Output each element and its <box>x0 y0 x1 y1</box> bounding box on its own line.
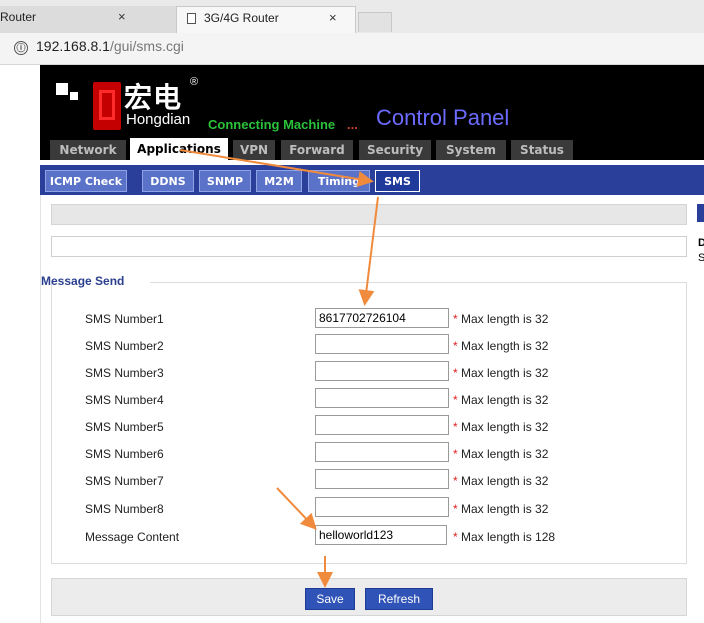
header-bar <box>51 204 687 225</box>
tab-status[interactable]: Status <box>511 140 573 160</box>
url-text[interactable]: 192.168.8.1/gui/sms.cgi <box>36 38 184 54</box>
max-length-hint: * Max length is 32 <box>453 366 548 380</box>
close-icon[interactable]: × <box>329 10 337 25</box>
sms-number3-input[interactable] <box>315 361 449 381</box>
side-panel-text: D <box>698 237 704 249</box>
sms-number7-label: SMS Number7 <box>85 474 164 488</box>
required-mark: * <box>453 312 458 326</box>
required-mark: * <box>453 393 458 407</box>
required-mark: * <box>453 447 458 461</box>
hint-text: Max length is 128 <box>461 530 556 544</box>
message-content-label: Message Content <box>85 530 180 544</box>
url-host: 192.168.8.1 <box>36 38 110 54</box>
sms-number8-input[interactable] <box>315 497 449 517</box>
required-mark: * <box>453 366 458 380</box>
sms-number4-label: SMS Number4 <box>85 393 164 407</box>
max-length-hint: * Max length is 32 <box>453 393 548 407</box>
subtab-ddns[interactable]: DDNS <box>142 170 194 192</box>
subtab-icmp-check[interactable]: ICMP Check <box>45 170 127 192</box>
tab-title: Router <box>0 10 37 24</box>
fieldset-legend: Message Send <box>41 274 125 288</box>
subtab-m2m[interactable]: M2M <box>256 170 302 192</box>
hint-text: Max length is 32 <box>461 393 549 407</box>
sms-number1-label: SMS Number1 <box>85 312 164 326</box>
sms-number6-label: SMS Number6 <box>85 447 164 461</box>
url-path: /gui/sms.cgi <box>109 38 184 54</box>
max-length-hint: * Max length is 32 <box>453 447 548 461</box>
tab-vpn[interactable]: VPN <box>233 140 275 160</box>
required-mark: * <box>453 339 458 353</box>
subtab-sms[interactable]: SMS <box>375 170 420 192</box>
max-length-hint: * Max length is 32 <box>453 420 548 434</box>
logo-mark-icon <box>56 83 68 95</box>
refresh-button[interactable]: Refresh <box>365 588 433 610</box>
page-title: Control Panel <box>376 105 510 130</box>
info-icon[interactable]: ⓘ <box>14 41 28 55</box>
sms-number3-label: SMS Number3 <box>85 366 164 380</box>
max-length-hint: * Max length is 32 <box>453 502 548 516</box>
sms-number4-input[interactable] <box>315 388 449 408</box>
hint-text: Max length is 32 <box>461 339 549 353</box>
sms-number5-input[interactable] <box>315 415 449 435</box>
info-bar <box>51 236 687 257</box>
browser-tab-router[interactable]: Router × <box>0 6 180 33</box>
sub-nav <box>40 165 704 195</box>
side-panel-header <box>697 204 704 222</box>
hint-text: Max length is 32 <box>461 447 549 461</box>
close-icon[interactable]: × <box>118 9 126 24</box>
max-length-hint: * Max length is 32 <box>453 474 548 488</box>
hint-text: Max length is 32 <box>461 420 549 434</box>
tagline: Connecting Machine <box>208 117 336 132</box>
tagline-dots: ... <box>347 117 358 132</box>
max-length-hint: * Max length is 32 <box>453 339 548 353</box>
max-length-hint: * Max length is 32 <box>453 312 548 326</box>
side-panel-text: S <box>698 252 704 264</box>
browser-tab-3g4g-router[interactable]: 3G/4G Router × <box>176 6 356 33</box>
tab-forward[interactable]: Forward <box>281 140 353 160</box>
required-mark: * <box>453 530 458 544</box>
tab-title: 3G/4G Router <box>204 11 279 25</box>
hint-text: Max length is 32 <box>461 502 549 516</box>
tab-network[interactable]: Network <box>50 140 126 160</box>
sms-number1-input[interactable] <box>315 308 449 328</box>
message-content-input[interactable] <box>315 525 447 545</box>
save-button[interactable]: Save <box>305 588 355 610</box>
sms-number2-label: SMS Number2 <box>85 339 164 353</box>
required-mark: * <box>453 502 458 516</box>
tab-system[interactable]: System <box>436 140 506 160</box>
sms-number6-input[interactable] <box>315 442 449 462</box>
required-mark: * <box>453 420 458 434</box>
brand-chinese: 宏电 <box>124 81 183 114</box>
new-tab-button[interactable] <box>358 12 392 32</box>
subtab-timing[interactable]: Timing <box>308 170 370 192</box>
sms-number2-input[interactable] <box>315 334 449 354</box>
document-icon <box>187 13 196 24</box>
required-mark: * <box>453 474 458 488</box>
max-length-hint: * Max length is 128 <box>453 530 555 544</box>
registered-mark: ® <box>190 76 199 88</box>
sms-number5-label: SMS Number5 <box>85 420 164 434</box>
tab-security[interactable]: Security <box>359 140 431 160</box>
subtab-snmp[interactable]: SNMP <box>199 170 251 192</box>
sms-number8-label: SMS Number8 <box>85 502 164 516</box>
hint-text: Max length is 32 <box>461 312 549 326</box>
hongdian-logo-icon <box>93 82 121 130</box>
fieldset-border <box>150 282 687 283</box>
hint-text: Max length is 32 <box>461 366 549 380</box>
sms-number7-input[interactable] <box>315 469 449 489</box>
brand-english: Hongdian <box>126 111 191 128</box>
tab-applications[interactable]: Applications <box>130 138 228 160</box>
hint-text: Max length is 32 <box>461 474 549 488</box>
logo-mark-icon <box>70 92 78 100</box>
